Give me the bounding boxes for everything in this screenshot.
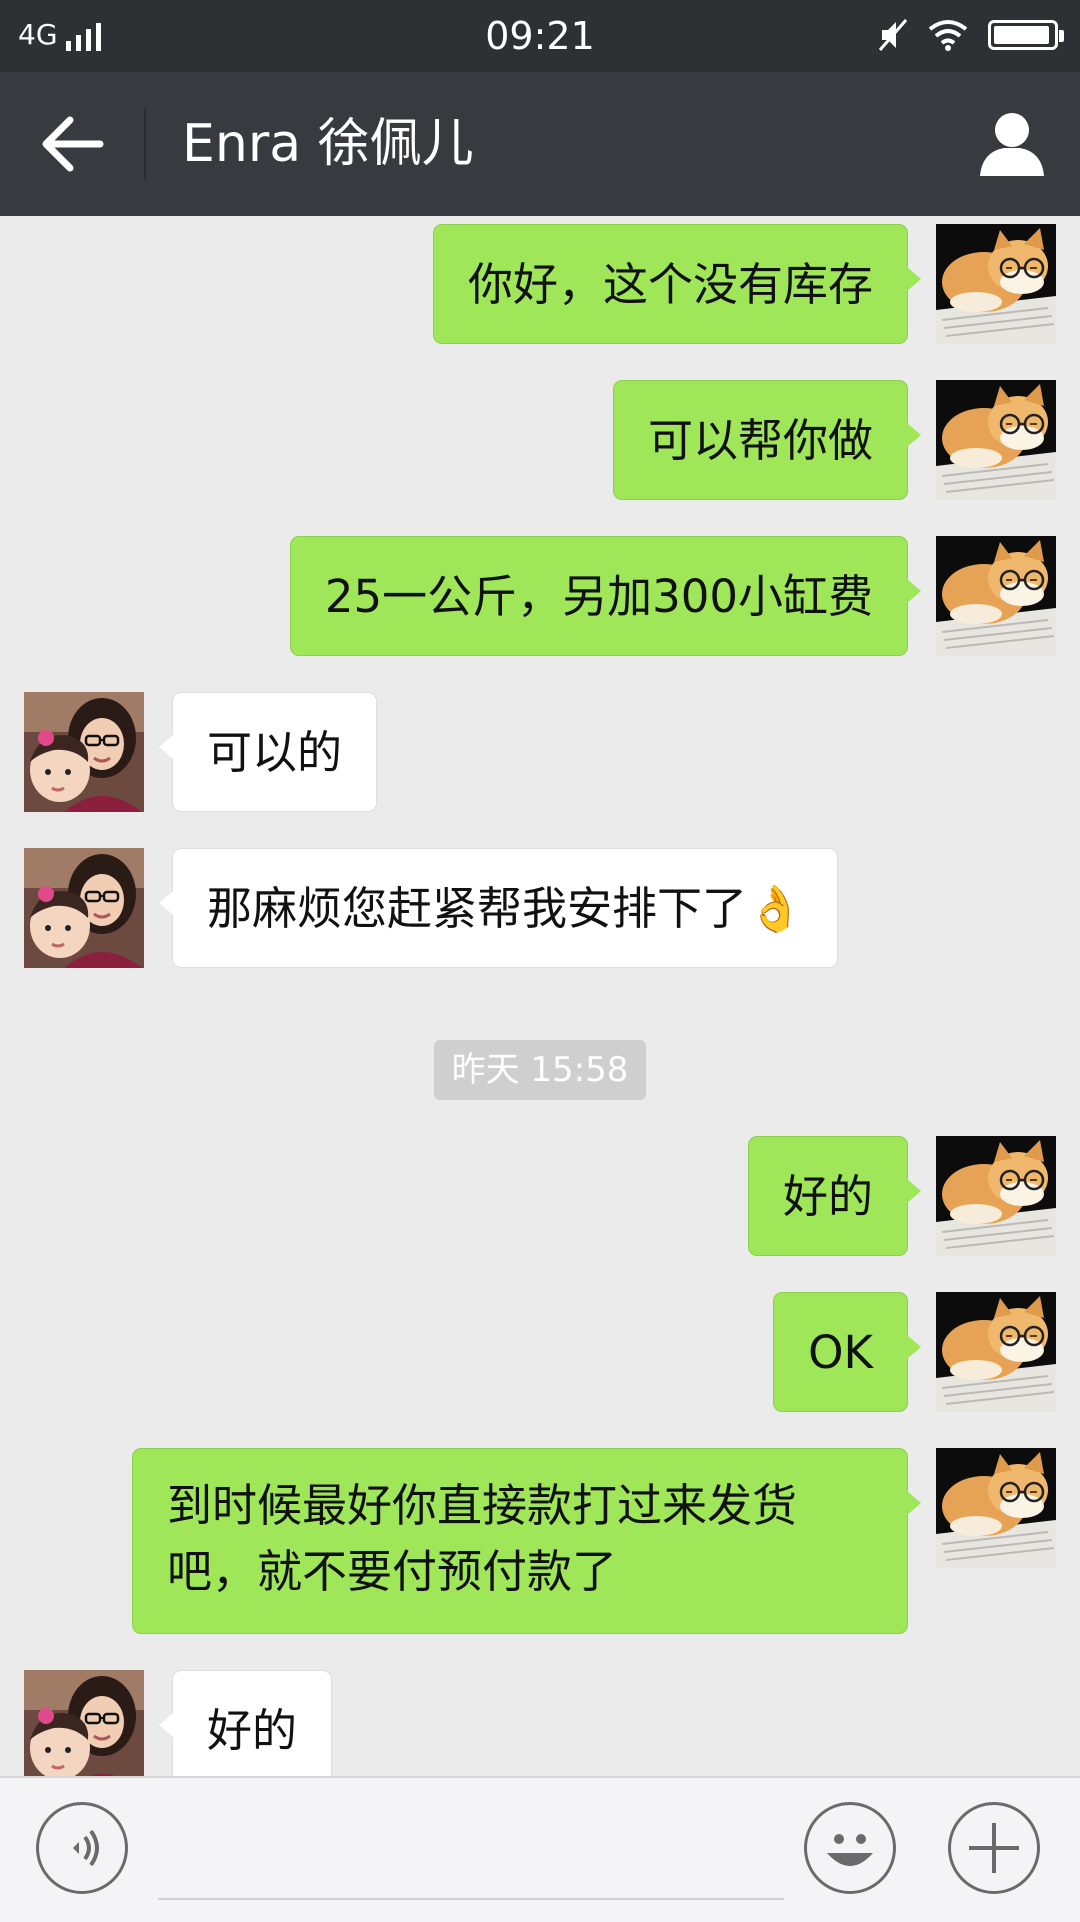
my-avatar[interactable] (936, 1448, 1056, 1568)
plus-icon (969, 1823, 1019, 1873)
message-bubble[interactable]: 25一公斤，另加300小缸费 (289, 536, 922, 656)
my-avatar[interactable] (936, 1292, 1056, 1412)
mute-icon (878, 19, 908, 51)
chat-title: Enra 徐佩儿 (182, 114, 474, 174)
battery-level (994, 26, 1050, 44)
battery-icon (988, 20, 1064, 50)
emoji-button[interactable] (804, 1802, 896, 1894)
message-input[interactable] (158, 1790, 784, 1900)
arrow-left-icon[interactable] (36, 112, 110, 176)
voice-icon (73, 1829, 99, 1867)
title-divider (144, 108, 146, 180)
message-list[interactable]: 你好，这个没有库存 可以帮你做 25一公斤，另加300小缸费 可以的 那麻烦您赶… (0, 216, 1080, 1776)
contact-avatar[interactable] (24, 692, 144, 812)
status-bar: 4G 09:21 (0, 0, 1080, 72)
message-bubble[interactable]: 好的 (747, 1136, 922, 1256)
title-bar: Enra 徐佩儿 (0, 72, 1080, 216)
my-avatar[interactable] (936, 536, 1056, 656)
message-bubble[interactable]: 可以的 (158, 692, 378, 812)
timestamp-label: 昨天 15:58 (434, 1040, 646, 1100)
contact-avatar[interactable] (24, 848, 144, 968)
message-bubble[interactable]: OK (773, 1292, 921, 1412)
voice-button[interactable] (36, 1802, 128, 1894)
my-avatar[interactable] (936, 1136, 1056, 1256)
input-bar (0, 1776, 1080, 1922)
my-avatar[interactable] (936, 380, 1056, 500)
emoji-icon (827, 1834, 873, 1866)
message-bubble[interactable]: 好的 (158, 1670, 333, 1776)
person-icon[interactable] (978, 110, 1046, 178)
wifi-icon (928, 20, 968, 51)
contact-avatar[interactable] (24, 1670, 144, 1776)
status-right (878, 18, 1064, 52)
message-bubble[interactable]: 那麻烦您赶紧帮我安排下了👌 (158, 848, 839, 968)
message-bubble[interactable]: 你好，这个没有库存 (432, 224, 922, 344)
message-bubble[interactable]: 可以帮你做 (612, 380, 922, 500)
more-button[interactable] (948, 1802, 1040, 1894)
message-bubble[interactable]: 到时候最好你直接款打过来发货吧，就不要付预付款了 (132, 1448, 921, 1634)
my-avatar[interactable] (936, 224, 1056, 344)
